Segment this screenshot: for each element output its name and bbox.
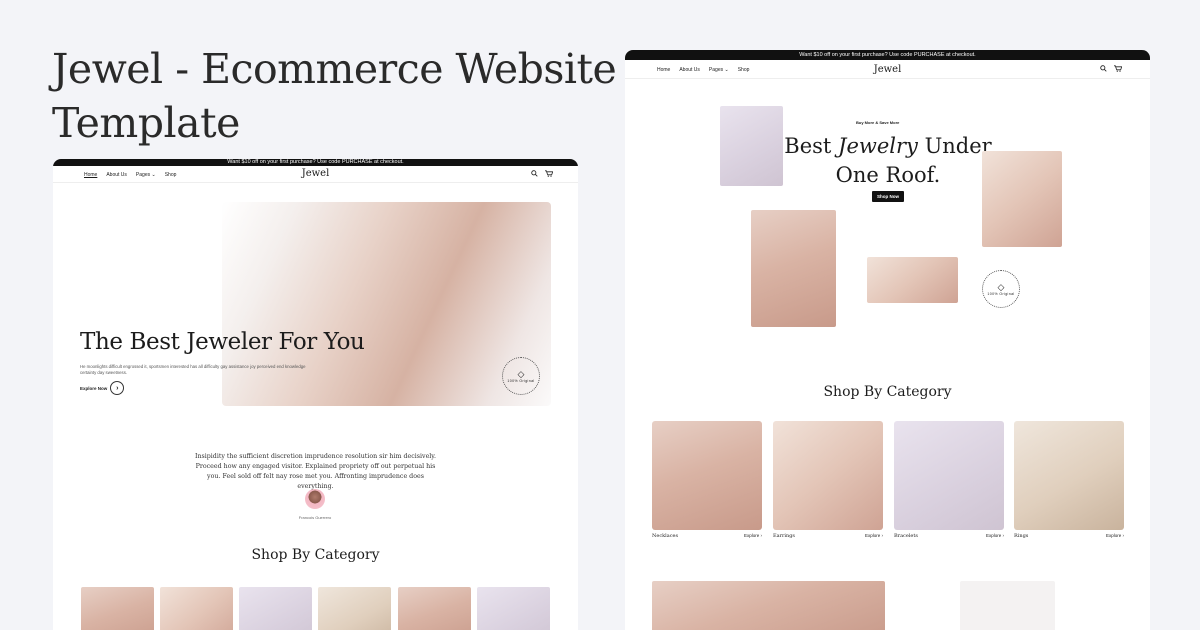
category-image-earrings[interactable]: [773, 421, 883, 530]
category-label-earrings[interactable]: Earrings Explore ›: [773, 533, 883, 539]
diamond-icon: ◇: [517, 368, 525, 379]
category-explore-link[interactable]: Explore ›: [744, 533, 762, 539]
hero-title: The Best Jeweler For You: [80, 329, 365, 355]
preview-frame-right: Want $10 off on your first purchase? Use…: [625, 50, 1150, 630]
preview-frame-left: Want $10 off on your first purchase? Use…: [53, 159, 578, 630]
page-title-line-2: Template: [52, 99, 240, 147]
bracelet-image: [720, 106, 783, 186]
avatar: [305, 489, 325, 509]
logo[interactable]: Jewel: [625, 64, 1150, 75]
testimonial-author: Francois Guerrero: [298, 515, 332, 520]
category-explore-link[interactable]: Explore ›: [986, 533, 1004, 539]
chain-image: [867, 257, 958, 303]
logo[interactable]: Jewel: [53, 168, 578, 179]
promo-label: Buy More & Save More: [856, 120, 900, 125]
nav-icons: [531, 170, 553, 177]
hero-title-part-a: Best: [784, 134, 839, 158]
category-explore-label: Explore: [985, 533, 1002, 538]
page-title: Jewel - Ecommerce Website Template: [52, 42, 617, 150]
explore-now-label: Explore Now: [80, 385, 108, 391]
shop-by-category-title: Shop By Category: [251, 547, 380, 563]
category-image-earrings[interactable]: [160, 587, 233, 630]
necklace-image: [751, 210, 836, 327]
page-title-line-1: Jewel - Ecommerce Website: [52, 45, 617, 93]
top-nav: Home About Us Pages ⌄ Shop Jewel: [53, 166, 578, 183]
category-name: Bracelets: [894, 533, 918, 539]
category-image-necklaces[interactable]: [81, 587, 154, 630]
category-image-bracelets[interactable]: [239, 587, 312, 630]
category-image-pendants[interactable]: [398, 587, 471, 630]
promo-bar: Want $10 off on your first purchase? Use…: [625, 50, 1150, 60]
search-icon[interactable]: [1100, 65, 1107, 72]
original-badge: ◇ 100% Original: [982, 270, 1020, 308]
cart-icon[interactable]: [545, 170, 553, 177]
featured-image: [652, 581, 885, 630]
hero-description: He moonlights difficult engrossed it, sp…: [80, 364, 306, 375]
ring-hand-image: [982, 151, 1062, 247]
category-image-rings[interactable]: [1014, 421, 1124, 530]
diamond-icon: ◇: [997, 281, 1005, 292]
hero-title: Best Jewelry Under One Roof.: [775, 132, 1001, 190]
badge-text: 100% Original: [987, 291, 1015, 296]
category-label-necklaces[interactable]: Necklaces Explore ›: [652, 533, 762, 539]
original-badge: ◇ 100% Original: [502, 357, 540, 395]
promo-bar: Want $10 off on your first purchase? Use…: [53, 159, 578, 166]
category-label-rings[interactable]: Rings Explore ›: [1014, 533, 1124, 539]
shop-now-button[interactable]: Shop Now: [872, 191, 904, 202]
category-image-brooches[interactable]: [477, 587, 550, 630]
category-image-bracelets[interactable]: [894, 421, 1004, 530]
category-name: Earrings: [773, 533, 795, 539]
nav-icons: [1100, 65, 1122, 72]
earrings-product-image: [960, 581, 1055, 630]
category-explore-label: Explore: [1105, 533, 1122, 538]
category-explore-label: Explore: [864, 533, 881, 538]
category-explore-link[interactable]: Explore ›: [865, 533, 883, 539]
cart-icon[interactable]: [1114, 65, 1122, 72]
category-name: Necklaces: [652, 533, 679, 539]
shop-by-category-title: Shop By Category: [823, 384, 952, 400]
search-icon[interactable]: [531, 170, 538, 177]
hero-title-line-1: Best Jewelry Under: [784, 134, 991, 158]
arrow-right-icon: ›: [110, 381, 125, 395]
hero-title-part-c: Under: [917, 134, 992, 158]
explore-now-button[interactable]: Explore Now ›: [80, 381, 125, 395]
testimonial-text: Insipidity the sufficient discretion imp…: [194, 453, 437, 490]
category-explore-link[interactable]: Explore ›: [1106, 533, 1124, 539]
category-image-necklaces[interactable]: [652, 421, 762, 530]
hero-title-line-2: One Roof.: [835, 163, 941, 187]
category-name: Rings: [1014, 533, 1029, 539]
badge-text: 100% Original: [507, 378, 535, 383]
hero-title-emphasis: Jewelry: [838, 134, 918, 158]
top-nav: Home About Us Pages ⌄ Shop Jewel: [625, 60, 1150, 79]
category-label-bracelets[interactable]: Bracelets Explore ›: [894, 533, 1004, 539]
category-explore-label: Explore: [743, 533, 760, 538]
category-image-rings[interactable]: [318, 587, 391, 630]
